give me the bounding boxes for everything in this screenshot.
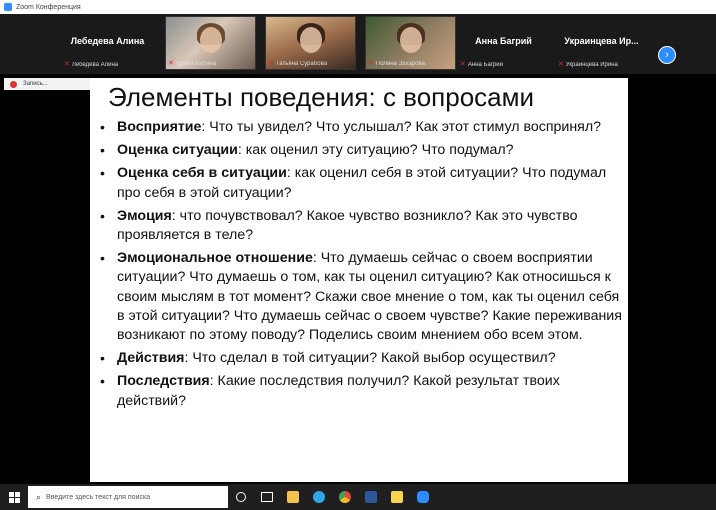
participant-label: Лебедева Алина (71, 61, 119, 68)
zoom-icon (417, 491, 429, 503)
word-icon (365, 491, 377, 503)
windows-taskbar: ⌕ Введите здесь текст для поиска (0, 484, 716, 510)
chrome-icon (339, 491, 351, 503)
participant-tile[interactable]: Лебедева Алина ✕ Лебедева Алина (62, 16, 153, 70)
bullet-term: Оценка себя в ситуации (117, 165, 287, 182)
zoom-logo-icon (4, 3, 12, 11)
bullet-text: : как оценил эту ситуацию? Что подумал? (237, 142, 514, 159)
search-placeholder: Введите здесь текст для поиска (46, 493, 151, 501)
window-titlebar: Zoom Конференция (0, 0, 716, 14)
muted-mic-icon: ✕ (64, 61, 70, 68)
share-status-bar[interactable]: Запись... (4, 78, 90, 90)
bullet-term: Эмоциональное отношение (117, 250, 313, 267)
slide-bullet-item: • Действия: Что сделал в той ситуации? Ка… (100, 350, 556, 367)
participant-tile[interactable]: Анна Багрий ✕ Анна Багрий (458, 16, 549, 70)
slide-bullet-item: • Последствия: Какие последствия получил?… (100, 373, 560, 409)
windows-logo-icon (8, 491, 20, 503)
gallery-next-button[interactable]: › (658, 46, 676, 64)
muted-mic-icon: ✕ (368, 60, 374, 67)
participant-label: Украинцева Ирина (565, 61, 618, 68)
sticky-notes-button[interactable] (384, 484, 410, 510)
edge-button[interactable] (306, 484, 332, 510)
cortana-icon (236, 492, 246, 502)
participant-name: Анна Багрий (475, 36, 532, 46)
bullet-term: Оценка ситуации (117, 142, 238, 159)
chrome-button[interactable] (332, 484, 358, 510)
participant-video-tile[interactable]: ✕ Полина Захарова (365, 16, 456, 70)
muted-mic-icon: ✕ (168, 60, 174, 67)
folder-icon (287, 491, 299, 503)
slide-bullet-item: • Восприятие: Что ты увидел? Что услышал?… (100, 119, 602, 135)
slide-bullet-item: • Эмоциональное отношение: Что думаешь се… (100, 250, 622, 344)
participant-label: Полина Захарова (375, 60, 425, 67)
bullet-term: Эмоция (117, 207, 172, 224)
participant-tile[interactable]: Украинцева Ир... ✕ Украинцева Ирина (556, 16, 647, 70)
participant-face (300, 27, 322, 53)
edge-icon (313, 491, 325, 503)
participant-name: Лебедева Алина (70, 36, 145, 46)
start-button[interactable] (0, 484, 28, 510)
bullet-term: Последствия (117, 373, 210, 390)
chevron-right-icon: › (665, 49, 669, 61)
zoom-button[interactable] (410, 484, 436, 510)
sticky-notes-icon (391, 491, 403, 503)
participant-label: Татьяна Сурабова (275, 60, 328, 67)
cortana-button[interactable] (228, 484, 254, 510)
bullet-text: : что почувствовал? Какое чувство возник… (117, 207, 578, 244)
record-icon (10, 80, 17, 88)
bullet-text: : Что сделал в той ситуации? Какой выбор… (184, 350, 556, 367)
muted-mic-icon: ✕ (268, 60, 274, 67)
shared-slide: Элементы поведения: с вопросами • Восприя… (90, 78, 628, 482)
share-status-label: Запись... (23, 81, 48, 87)
participant-name: Украинцева Ир... (564, 36, 639, 46)
slide-bullet-item: • Эмоция: что почувствовал? Какое чувство… (100, 207, 578, 244)
word-button[interactable] (358, 484, 384, 510)
bullet-term: Действия (117, 350, 185, 367)
slide-bullet-item: • Оценка ситуации: как оценил эту ситуаци… (100, 142, 514, 159)
participant-label: Ирина Бабина (175, 60, 216, 67)
taskbar-search-box[interactable]: ⌕ Введите здесь текст для поиска (28, 486, 228, 508)
participant-face (400, 27, 422, 53)
file-explorer-button[interactable] (280, 484, 306, 510)
participant-video-tile[interactable]: ✕ Татьяна Сурабова (265, 16, 356, 70)
task-view-icon (261, 492, 273, 502)
bullet-text: : Что ты увидел? Что услышал? Как этот с… (201, 119, 602, 135)
participant-video-tile[interactable]: ✕ Ирина Бабина (165, 16, 256, 70)
participant-label: Анна Багрий (467, 61, 504, 68)
bullet-term: Восприятие (117, 119, 202, 135)
participant-gallery: Лебедева Алина ✕ Лебедева Алина ✕ Ирина … (0, 14, 716, 74)
slide-bullet-list: • Восприятие: Что ты увидел? Что услышал?… (96, 118, 624, 415)
participant-face (200, 27, 222, 53)
muted-mic-icon: ✕ (460, 61, 466, 68)
slide-title: Элементы поведения: с вопросами (108, 82, 535, 112)
task-view-button[interactable] (254, 484, 280, 510)
search-icon: ⌕ (36, 491, 42, 502)
window-title: Zoom Конференция (16, 3, 81, 11)
slide-bullet-item: • Оценка себя в ситуации: как оценил себя… (100, 165, 607, 201)
muted-mic-icon: ✕ (558, 61, 564, 68)
